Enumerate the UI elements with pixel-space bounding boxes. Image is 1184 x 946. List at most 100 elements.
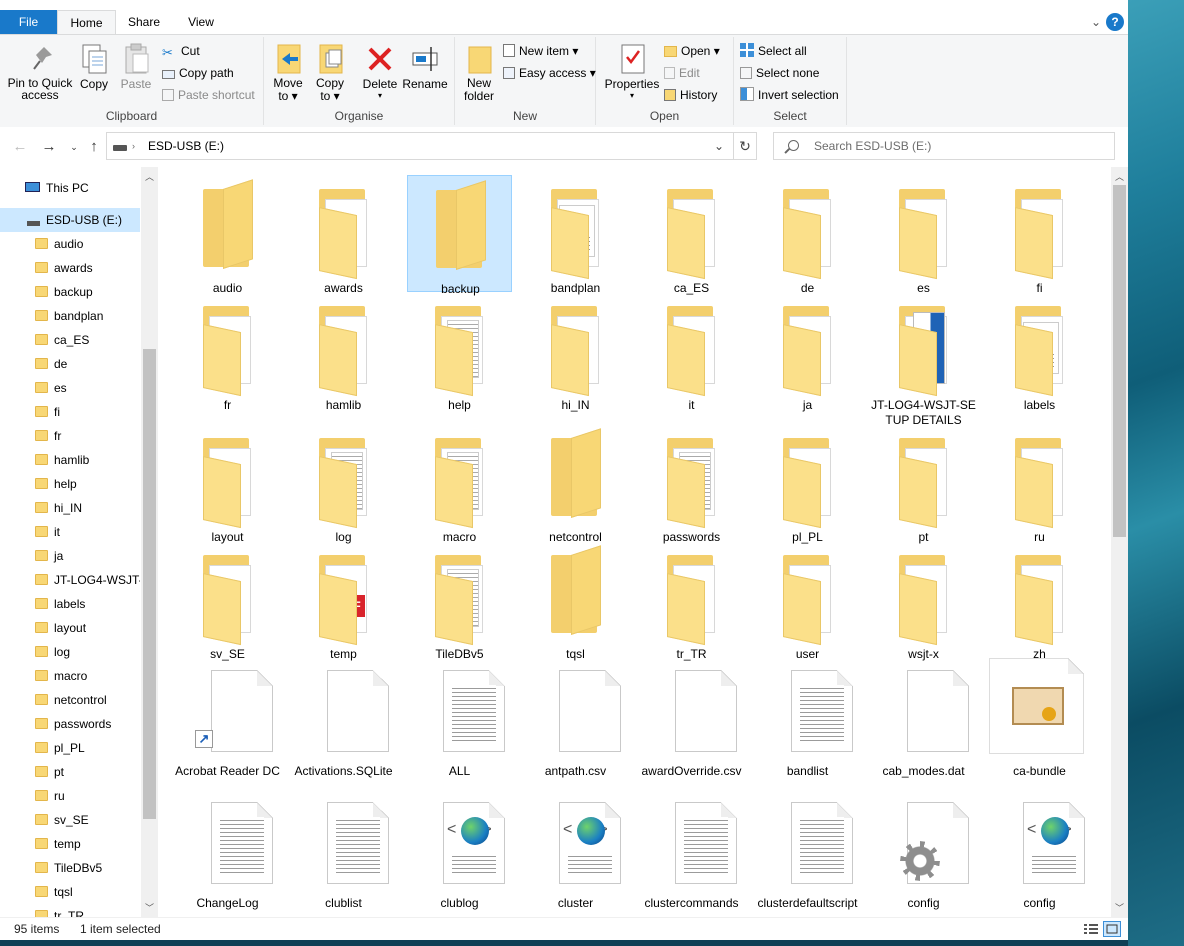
file-item-all[interactable]: ALL bbox=[407, 658, 512, 778]
file-item-cluster[interactable]: <> cluster bbox=[523, 790, 628, 910]
refresh-icon[interactable]: ↻ bbox=[733, 133, 756, 159]
recent-locations-chevron-icon[interactable]: ⌄ bbox=[66, 137, 82, 157]
address-bar[interactable]: › ESD-USB (E:) ⌄ ↻ bbox=[106, 132, 757, 160]
folder-item-sv-se[interactable]: sv_SE bbox=[175, 541, 280, 661]
folder-item-labels[interactable]: labels bbox=[987, 292, 1092, 412]
folder-item-ru[interactable]: ru bbox=[987, 424, 1092, 544]
sidebar-item-labels[interactable]: labels bbox=[0, 592, 140, 616]
paste-button[interactable]: Paste bbox=[118, 41, 154, 91]
sidebar-item-help[interactable]: help bbox=[0, 472, 140, 496]
new-folder-button[interactable]: New folder bbox=[459, 41, 499, 103]
scroll-down-chevron-icon[interactable]: ﹀ bbox=[1111, 900, 1128, 917]
sidebar-item-hi-in[interactable]: hi_IN bbox=[0, 496, 140, 520]
nav-this-pc[interactable]: This PC bbox=[0, 176, 140, 200]
pin-to-quick-access-button[interactable]: Pin to Quick access bbox=[4, 41, 76, 101]
edit-button[interactable]: Edit bbox=[664, 63, 700, 83]
folder-item-user[interactable]: user bbox=[755, 541, 860, 661]
folder-item-pl-pl[interactable]: pl_PL bbox=[755, 424, 860, 544]
sidebar-item-de[interactable]: de bbox=[0, 352, 140, 376]
tab-file[interactable]: File bbox=[0, 10, 57, 34]
file-item-awardoverride-csv[interactable]: awardOverride.csv bbox=[639, 658, 744, 778]
folder-item-backup[interactable]: backup bbox=[407, 175, 512, 296]
sidebar-item-macro[interactable]: macro bbox=[0, 664, 140, 688]
sidebar-item-audio[interactable]: audio bbox=[0, 232, 140, 256]
file-item-acrobat-reader-dc[interactable]: ↗ Acrobat Reader DC bbox=[175, 658, 280, 778]
scroll-up-chevron-icon[interactable]: ︿ bbox=[1111, 169, 1128, 186]
file-item-cab-modes-dat[interactable]: cab_modes.dat bbox=[871, 658, 976, 778]
folder-item-wsjt-x[interactable]: wsjt-x bbox=[871, 541, 976, 661]
file-item-config[interactable]: config bbox=[871, 790, 976, 910]
folder-item-layout[interactable]: layout bbox=[175, 424, 280, 544]
tab-view[interactable]: View bbox=[173, 10, 229, 34]
sidebar-item-jt-log4-wsjt-s[interactable]: JT-LOG4-WSJT-S bbox=[0, 568, 140, 592]
folder-item-jt-log4-wsjt-setup-details[interactable]: JT-LOG4-WSJT-SETUP DETAILS bbox=[871, 292, 976, 427]
folder-item-bandplan[interactable]: bandplan bbox=[523, 175, 628, 295]
folder-item-de[interactable]: de bbox=[755, 175, 860, 295]
sidebar-item-ru[interactable]: ru bbox=[0, 784, 140, 808]
folder-item-temp[interactable]: PDFFtemp bbox=[291, 541, 396, 661]
file-item-clublist[interactable]: clublist bbox=[291, 790, 396, 910]
sidebar-item-fr[interactable]: fr bbox=[0, 424, 140, 448]
sidebar-item-bandplan[interactable]: bandplan bbox=[0, 304, 140, 328]
tab-share[interactable]: Share bbox=[115, 10, 173, 34]
folder-item-netcontrol[interactable]: netcontrol bbox=[523, 424, 628, 544]
nav-drive-esd-usb[interactable]: ESD-USB (E:) bbox=[0, 208, 140, 232]
cut-button[interactable]: ✂ Cut bbox=[162, 41, 200, 61]
move-to-button[interactable]: Move to ▾ bbox=[270, 41, 306, 103]
folder-item-audio[interactable]: audio bbox=[175, 175, 280, 295]
copy-to-button[interactable]: Copy to ▾ bbox=[312, 41, 348, 103]
folder-item-log[interactable]: log bbox=[291, 424, 396, 544]
file-item-activations-sqlite[interactable]: Activations.SQLite bbox=[291, 658, 396, 778]
folder-item-help[interactable]: help bbox=[407, 292, 512, 412]
forward-arrow-icon[interactable]: → bbox=[41, 137, 57, 157]
rename-button[interactable]: Rename bbox=[402, 41, 448, 91]
folder-item-tiledbv5[interactable]: TileDBv5 bbox=[407, 541, 512, 661]
sidebar-item-tiledbv5[interactable]: TileDBv5 bbox=[0, 856, 140, 880]
file-item-bandlist[interactable]: bandlist bbox=[755, 658, 860, 778]
select-all-button[interactable]: Select all bbox=[740, 41, 807, 61]
history-button[interactable]: History bbox=[664, 85, 717, 105]
file-item-clusterdefaultscript[interactable]: clusterdefaultscript bbox=[755, 790, 860, 910]
sidebar-item-ca-es[interactable]: ca_ES bbox=[0, 328, 140, 352]
properties-button[interactable]: Properties ▾ bbox=[604, 41, 660, 100]
search-input[interactable]: Search ESD-USB (E:) bbox=[814, 133, 931, 159]
sidebar-item-log[interactable]: log bbox=[0, 640, 140, 664]
file-view-scrollbar-thumb[interactable] bbox=[1113, 185, 1126, 537]
new-item-button[interactable]: New item ▾ bbox=[503, 41, 578, 61]
folder-item-fr[interactable]: fr bbox=[175, 292, 280, 412]
details-view-icon[interactable] bbox=[1082, 921, 1100, 937]
sidebar-item-pl-pl[interactable]: pl_PL bbox=[0, 736, 140, 760]
file-item-changelog[interactable]: ChangeLog bbox=[175, 790, 280, 910]
folder-item-hamlib[interactable]: ⚙hamlib bbox=[291, 292, 396, 412]
sidebar-item-es[interactable]: es bbox=[0, 376, 140, 400]
file-item-ca-bundle[interactable]: ca-bundle bbox=[987, 658, 1092, 778]
sidebar-item-backup[interactable]: backup bbox=[0, 280, 140, 304]
folder-item-ja[interactable]: ja bbox=[755, 292, 860, 412]
navigation-scrollbar-thumb[interactable] bbox=[143, 349, 156, 819]
folder-item-passwords[interactable]: passwords bbox=[639, 424, 744, 544]
sidebar-item-netcontrol[interactable]: netcontrol bbox=[0, 688, 140, 712]
file-item-clustercommands[interactable]: clustercommands bbox=[639, 790, 744, 910]
paste-shortcut-button[interactable]: Paste shortcut bbox=[162, 85, 255, 105]
search-box[interactable]: Search ESD-USB (E:) bbox=[773, 132, 1115, 160]
file-item-antpath-csv[interactable]: antpath.csv bbox=[523, 658, 628, 778]
folder-item-awards[interactable]: awards bbox=[291, 175, 396, 295]
sidebar-item-temp[interactable]: temp bbox=[0, 832, 140, 856]
folder-item-it[interactable]: it bbox=[639, 292, 744, 412]
address-dropdown-chevron-icon[interactable]: ⌄ bbox=[711, 133, 727, 159]
easy-access-button[interactable]: Easy access ▾ bbox=[503, 63, 596, 83]
tab-home[interactable]: Home bbox=[57, 10, 116, 35]
delete-button[interactable]: Delete ▾ bbox=[362, 41, 398, 100]
folder-item-hi-in[interactable]: hi_IN bbox=[523, 292, 628, 412]
folder-item-tr-tr[interactable]: tr_TR bbox=[639, 541, 744, 661]
sidebar-item-pt[interactable]: pt bbox=[0, 760, 140, 784]
copy-button[interactable]: Copy bbox=[76, 41, 112, 91]
breadcrumb[interactable]: ESD-USB (E:) bbox=[148, 133, 224, 159]
folder-item-ca-es[interactable]: ca_ES bbox=[639, 175, 744, 295]
file-item-clublog[interactable]: <> clublog bbox=[407, 790, 512, 910]
file-item-config[interactable]: <> config bbox=[987, 790, 1092, 910]
sidebar-item-tr-tr[interactable]: tr_TR bbox=[0, 904, 140, 917]
folder-item-macro[interactable]: macro bbox=[407, 424, 512, 544]
scroll-down-chevron-icon[interactable]: ﹀ bbox=[141, 900, 158, 917]
sidebar-item-tqsl[interactable]: tqsl bbox=[0, 880, 140, 904]
